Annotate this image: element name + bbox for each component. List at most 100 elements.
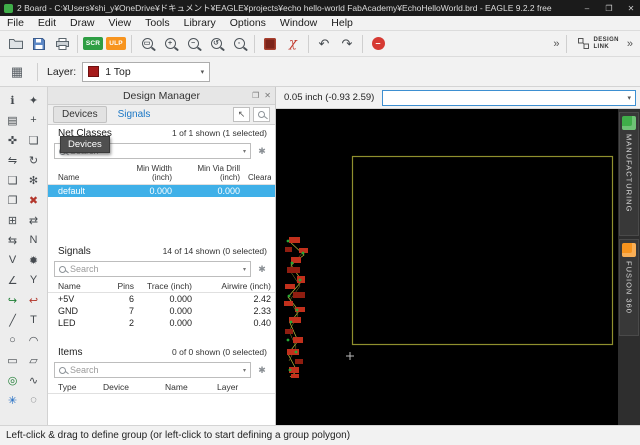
tool-rotate-icon[interactable]: ↻ xyxy=(23,150,44,170)
print-button[interactable] xyxy=(51,33,73,54)
column-header-type[interactable]: Type xyxy=(58,382,103,392)
column-header-name[interactable]: Name xyxy=(165,382,217,392)
tool-hole-icon[interactable]: ◌ xyxy=(23,390,44,410)
close-button[interactable]: ✕ xyxy=(622,0,640,16)
board-canvas[interactable]: MANUFACTURING FUSION 360 xyxy=(276,109,640,425)
stop-icon: – xyxy=(371,37,385,50)
tool-move-icon[interactable]: ✜ xyxy=(2,130,23,150)
zoom-redraw-button[interactable]: ↺ xyxy=(205,33,227,54)
titlebar: 2 Board - C:¥Users¥shi_y¥OneDrive¥ドキュメント… xyxy=(0,0,640,16)
signals-search-input[interactable]: Search ▾ xyxy=(54,261,251,277)
tool-text-icon[interactable]: T xyxy=(23,310,44,330)
signal-row[interactable]: +5V 6 0.000 2.42 xyxy=(48,293,275,305)
main-region: ℹ ✦ ▤ + ✜ ❏ ⇋ ↻ ❑ ✻ ❐ ✖ ⊞ ⇄ ⇆ N V ✹ ∠ Y ↪ ↩ ╱ T ○ ◠ ▭ ▱ ◎ ∿ ✳ ◌ Design … xyxy=(0,87,640,425)
signals-filter-button[interactable]: ✱ xyxy=(255,262,269,276)
chevron-down-icon: ▾ xyxy=(242,266,246,273)
save-button[interactable] xyxy=(28,33,50,54)
highlight-button[interactable] xyxy=(253,107,270,122)
select-mode-button[interactable]: ↖ xyxy=(233,107,250,122)
column-header-clearance[interactable]: Clearance xyxy=(240,173,271,182)
menu-item-draw[interactable]: Draw xyxy=(63,16,102,31)
tool-arc-icon[interactable]: ◠ xyxy=(23,330,44,350)
tool-replace-icon[interactable]: ⇆ xyxy=(2,230,23,250)
open-button[interactable] xyxy=(5,33,27,54)
menu-item-edit[interactable]: Edit xyxy=(31,16,63,31)
signal-row[interactable]: LED 2 0.000 0.40 xyxy=(48,317,275,329)
tool-value-icon[interactable]: V xyxy=(2,250,23,270)
column-header-trace[interactable]: Trace (inch) xyxy=(134,281,192,291)
tool-polygon-icon[interactable]: ▱ xyxy=(23,350,44,370)
menu-item-library[interactable]: Library xyxy=(177,16,223,31)
tool-miter-icon[interactable]: ∠ xyxy=(2,270,23,290)
toolbar-overflow-button-2[interactable]: » xyxy=(627,38,633,50)
origin-cross xyxy=(346,352,354,360)
zoom-fit-button[interactable]: ▭ xyxy=(136,33,158,54)
signal-row[interactable]: GND 7 0.000 2.33 xyxy=(48,305,275,317)
column-header-airwire[interactable]: Airwire (inch) xyxy=(192,281,271,291)
menu-item-window[interactable]: Window xyxy=(273,16,324,31)
items-search-input[interactable]: Search ▾ xyxy=(54,362,251,378)
tool-mark-icon[interactable]: + xyxy=(23,110,44,130)
column-header-min-via-drill[interactable]: Min Via Drill (inch) xyxy=(172,164,240,182)
tool-smash-icon[interactable]: ✹ xyxy=(23,250,44,270)
net-class-row[interactable]: default 0.000 0.000 xyxy=(48,185,275,197)
close-panel-icon[interactable]: ✕ xyxy=(264,91,271,100)
menu-item-help[interactable]: Help xyxy=(324,16,360,31)
tool-circle-icon[interactable]: ○ xyxy=(2,330,23,350)
column-header-min-width[interactable]: Min Width (inch) xyxy=(110,164,172,182)
design-link-button[interactable]: DESIGN LINK xyxy=(574,36,622,51)
menu-item-options[interactable]: Options xyxy=(223,16,273,31)
column-header-layer[interactable]: Layer xyxy=(217,382,271,392)
redo-button[interactable]: ↷ xyxy=(336,33,358,54)
grid-button[interactable]: ▦ xyxy=(6,61,28,82)
simulate-button[interactable]: χ xyxy=(282,33,304,54)
tool-split-icon[interactable]: Y xyxy=(23,270,44,290)
tab-devices[interactable]: Devices xyxy=(53,106,107,123)
zoom-in-button[interactable]: + xyxy=(159,33,181,54)
run-script-button[interactable]: SCR xyxy=(82,33,104,54)
tool-paste-icon[interactable]: ❐ xyxy=(2,190,23,210)
column-header-name[interactable]: Name xyxy=(58,281,104,291)
tool-rect-icon[interactable]: ▭ xyxy=(2,350,23,370)
tool-name-icon[interactable]: N xyxy=(23,230,44,250)
tool-signal-icon[interactable]: ∿ xyxy=(23,370,44,390)
menu-item-file[interactable]: File xyxy=(0,16,31,31)
stop-button[interactable]: – xyxy=(367,33,389,54)
tab-manufacturing[interactable]: MANUFACTURING xyxy=(619,112,639,236)
command-input[interactable] xyxy=(387,90,625,105)
tool-add-icon[interactable]: ⊞ xyxy=(2,210,23,230)
toolbar-overflow-button[interactable]: » xyxy=(553,38,559,50)
column-header-pins[interactable]: Pins xyxy=(104,281,134,291)
tool-delete-icon[interactable]: ✖ xyxy=(23,190,44,210)
zoom-select-button[interactable]: ▫ xyxy=(228,33,250,54)
tool-ratsnest-icon[interactable]: ✳ xyxy=(2,390,23,410)
tool-mirror-icon[interactable]: ⇋ xyxy=(2,150,23,170)
menu-item-tools[interactable]: Tools xyxy=(138,16,177,31)
tab-fusion-360[interactable]: FUSION 360 xyxy=(619,239,639,336)
tool-via-icon[interactable]: ◎ xyxy=(2,370,23,390)
undo-button[interactable]: ↶ xyxy=(313,33,335,54)
tool-route-icon[interactable]: ↪ xyxy=(2,290,23,310)
design-rules-button[interactable] xyxy=(259,33,281,54)
minimize-button[interactable]: – xyxy=(578,0,596,16)
zoom-out-button[interactable]: − xyxy=(182,33,204,54)
column-header-device[interactable]: Device xyxy=(103,382,165,392)
tool-show-icon[interactable]: ✦ xyxy=(23,90,44,110)
maximize-button[interactable]: ❐ xyxy=(600,0,618,16)
tab-signals[interactable]: Signals xyxy=(110,107,159,122)
menu-item-view[interactable]: View xyxy=(102,16,139,31)
tool-copy-icon[interactable]: ❏ xyxy=(23,130,44,150)
tool-change-icon[interactable]: ✻ xyxy=(23,170,44,190)
column-header-name[interactable]: Name xyxy=(58,173,110,182)
float-panel-icon[interactable]: ❐ xyxy=(252,91,259,100)
tool-display-icon[interactable]: ▤ xyxy=(2,110,23,130)
net-classes-filter-button[interactable]: ✱ xyxy=(255,144,269,158)
items-filter-button[interactable]: ✱ xyxy=(255,363,269,377)
tool-wire-icon[interactable]: ╱ xyxy=(2,310,23,330)
tool-info-icon[interactable]: ℹ xyxy=(2,90,23,110)
run-ulp-button[interactable]: ULP xyxy=(105,33,127,54)
layer-dropdown[interactable]: 1 Top ▾ xyxy=(82,61,211,82)
tool-group-icon[interactable]: ❑ xyxy=(2,170,23,190)
tool-pinswap-icon[interactable]: ⇄ xyxy=(23,210,44,230)
tool-ripup-icon[interactable]: ↩ xyxy=(23,290,44,310)
